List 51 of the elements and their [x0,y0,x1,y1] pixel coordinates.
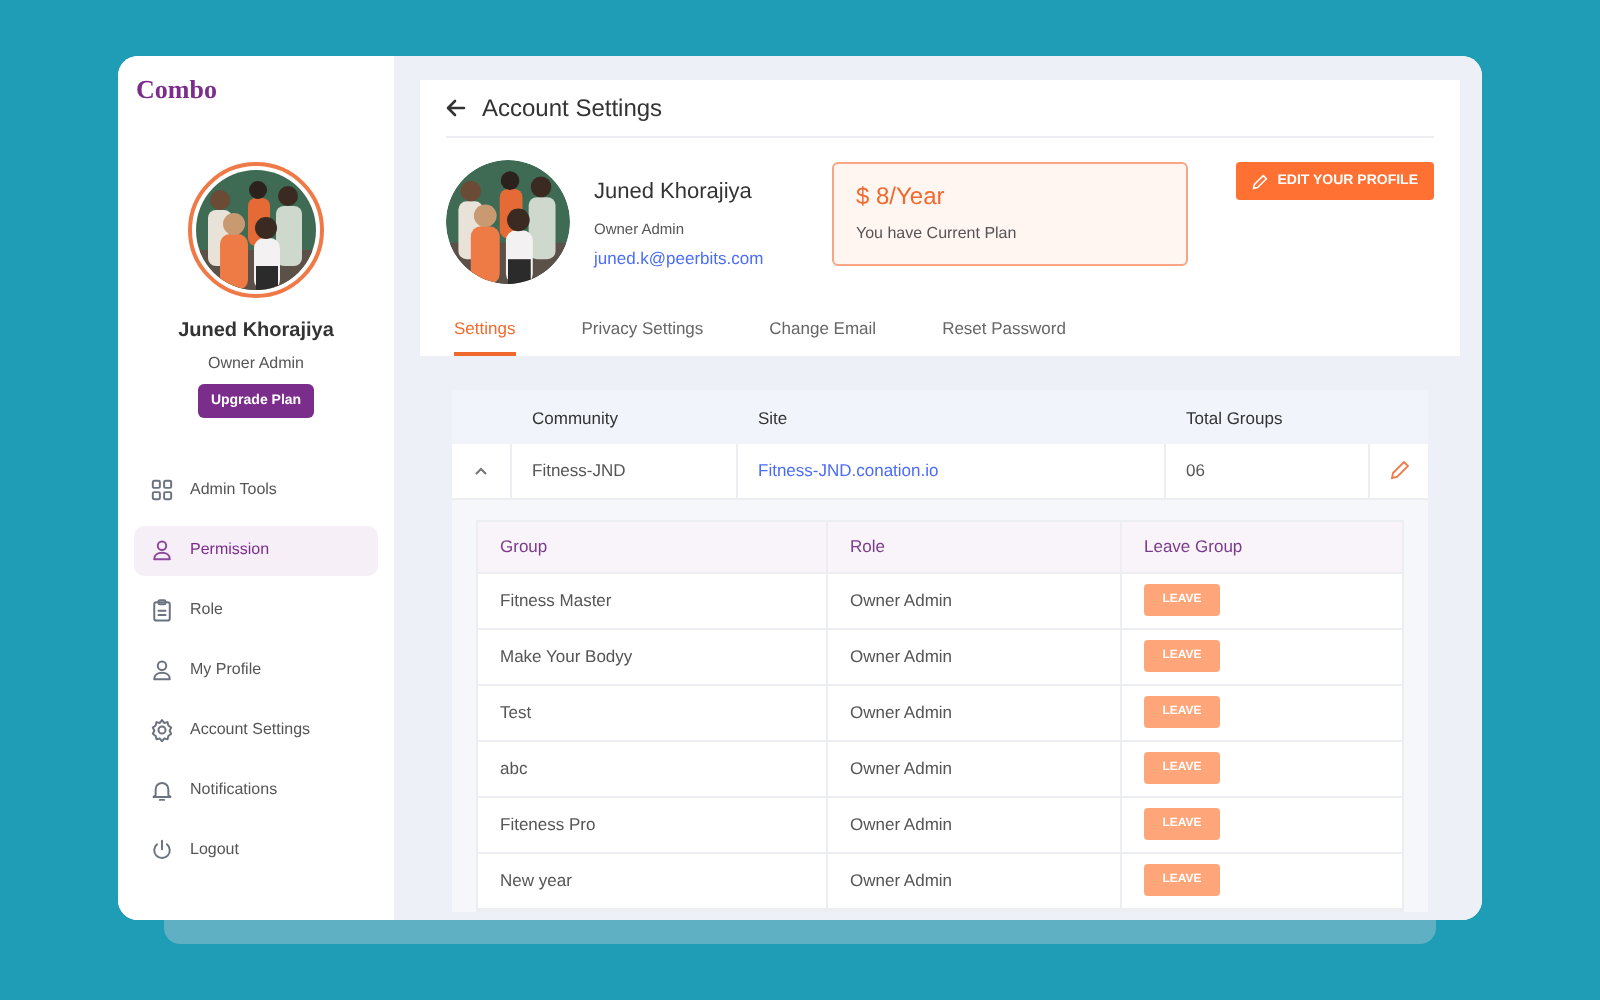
tab[interactable]: Reset Password [942,316,1066,356]
pencil-icon[interactable] [1389,460,1409,481]
group-cell: Test [500,699,532,726]
sidebar-item[interactable]: Notifications [134,765,378,815]
settings-icon [150,718,174,742]
plan-price: $ 8/Year [856,180,947,214]
site-link[interactable]: Fitness-JND.conation.io [758,457,939,484]
sidebar-item[interactable]: Permission [134,525,378,575]
clipboard-icon [150,598,174,622]
role-cell: Owner Admin [850,811,953,838]
email-link[interactable]: juned.k@peerbits.com [594,245,808,271]
chevron-icon[interactable] [474,465,488,476]
role-cell: Owner Admin [850,867,953,894]
group-cell: Fiteness Pro [500,811,596,838]
column-header: Group [500,533,548,560]
sidebar-item[interactable]: Admin Tools [134,465,378,515]
role-cell: Owner Admin [850,699,953,726]
back-arrow-icon[interactable] [446,98,466,118]
sidebar-item[interactable]: Logout [134,825,378,875]
column-header: Total Groups [1186,408,1283,429]
plan-note: You have Current Plan [856,222,1019,246]
column-header: Leave Group [1144,533,1243,560]
user-icon [150,538,174,562]
community-cell: Fitness-JND [532,457,626,484]
power-icon [150,838,174,862]
group-cell: New year [500,867,572,894]
sidebar-item[interactable]: My Profile [134,645,378,695]
user-icon [150,658,174,682]
total-groups-cell: 06 [1186,457,1205,484]
tab[interactable]: Change Email [769,316,877,356]
column-header: Community [532,408,618,429]
sidebar-item[interactable]: Role [134,585,378,635]
group-cell: abc [500,755,528,782]
grid-icon [150,478,174,502]
app-logo: Combo [134,72,219,108]
pencil-icon [1251,173,1268,189]
role-cell: Owner Admin [850,755,953,782]
role-cell: Owner Admin [850,587,953,614]
bell-icon [150,778,174,802]
page-title: Account Settings [482,92,663,126]
column-header: Role [850,533,885,560]
tab[interactable]: Settings [454,316,516,356]
profile-name: Juned Khorajiya [594,178,754,208]
user-name: Juned Khorajiya [176,317,336,345]
group-cell: Fitness Master [500,587,612,614]
group-cell: Make Your Bodyy [500,643,633,670]
role-cell: Owner Admin [850,643,953,670]
user-role: Owner Admin [205,351,307,375]
sidebar-item[interactable]: Account Settings [134,705,378,755]
tab[interactable]: Privacy Settings [581,316,704,356]
column-header: Site [758,408,788,429]
